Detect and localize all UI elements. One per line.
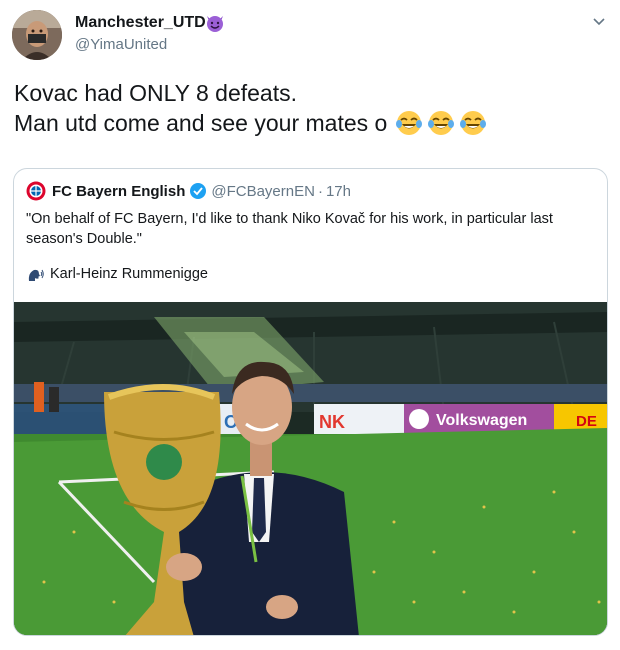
tears-of-joy-emoji-icon — [460, 111, 487, 135]
tears-of-joy-emoji-icon — [428, 111, 455, 135]
tweet-text-line-1: Kovac had ONLY 8 defeats. — [14, 80, 297, 106]
speaking-head-icon — [28, 269, 44, 281]
quoted-handle[interactable]: @FCBayernEN — [211, 183, 315, 200]
ad-board-text-2: NK — [319, 412, 345, 432]
tweet-text: Kovac had ONLY 8 defeats. Man utd come a… — [14, 78, 604, 138]
quoted-tweet-header: FC Bayern English @FCBayernEN · 17h — [26, 181, 351, 201]
ad-board-text-3: Volkswagen — [436, 412, 527, 429]
fc-bayern-logo-icon — [26, 181, 46, 201]
smiling-devil-icon — [207, 16, 223, 32]
verified-badge-icon — [190, 183, 207, 199]
quoted-timestamp[interactable]: 17h — [326, 183, 351, 200]
tweet: Manchester_UTD @YimaUnited Kovac had ONL… — [0, 0, 620, 650]
quoted-tweet-text: "On behalf of FC Bayern, I'd like to tha… — [26, 211, 553, 247]
tears-of-joy-emoji-icon — [396, 111, 423, 135]
tweet-text-line-2: Man utd come and see your mates o — [14, 108, 604, 138]
avatar[interactable] — [12, 10, 62, 60]
quoted-tweet[interactable]: FC Bayern English @FCBayernEN · 17h "On … — [13, 168, 608, 636]
quoted-display-name[interactable]: FC Bayern English — [52, 183, 185, 200]
quoted-tweet-photo[interactable]: O NK Volkswagen DE — [14, 302, 607, 635]
attribution-name: Karl-Heinz Rummenigge — [50, 266, 208, 282]
display-name[interactable]: Manchester_UTD — [75, 14, 206, 32]
ad-board-text-4: DE — [576, 413, 597, 430]
author-handle[interactable]: @YimaUnited — [75, 36, 167, 53]
separator-dot: · — [317, 182, 323, 200]
tweet-text-line-2-text: Man utd come and see your mates o — [14, 110, 388, 136]
chevron-down-icon[interactable] — [591, 16, 607, 28]
quoted-attribution: Karl-Heinz Rummenigge — [26, 265, 208, 283]
